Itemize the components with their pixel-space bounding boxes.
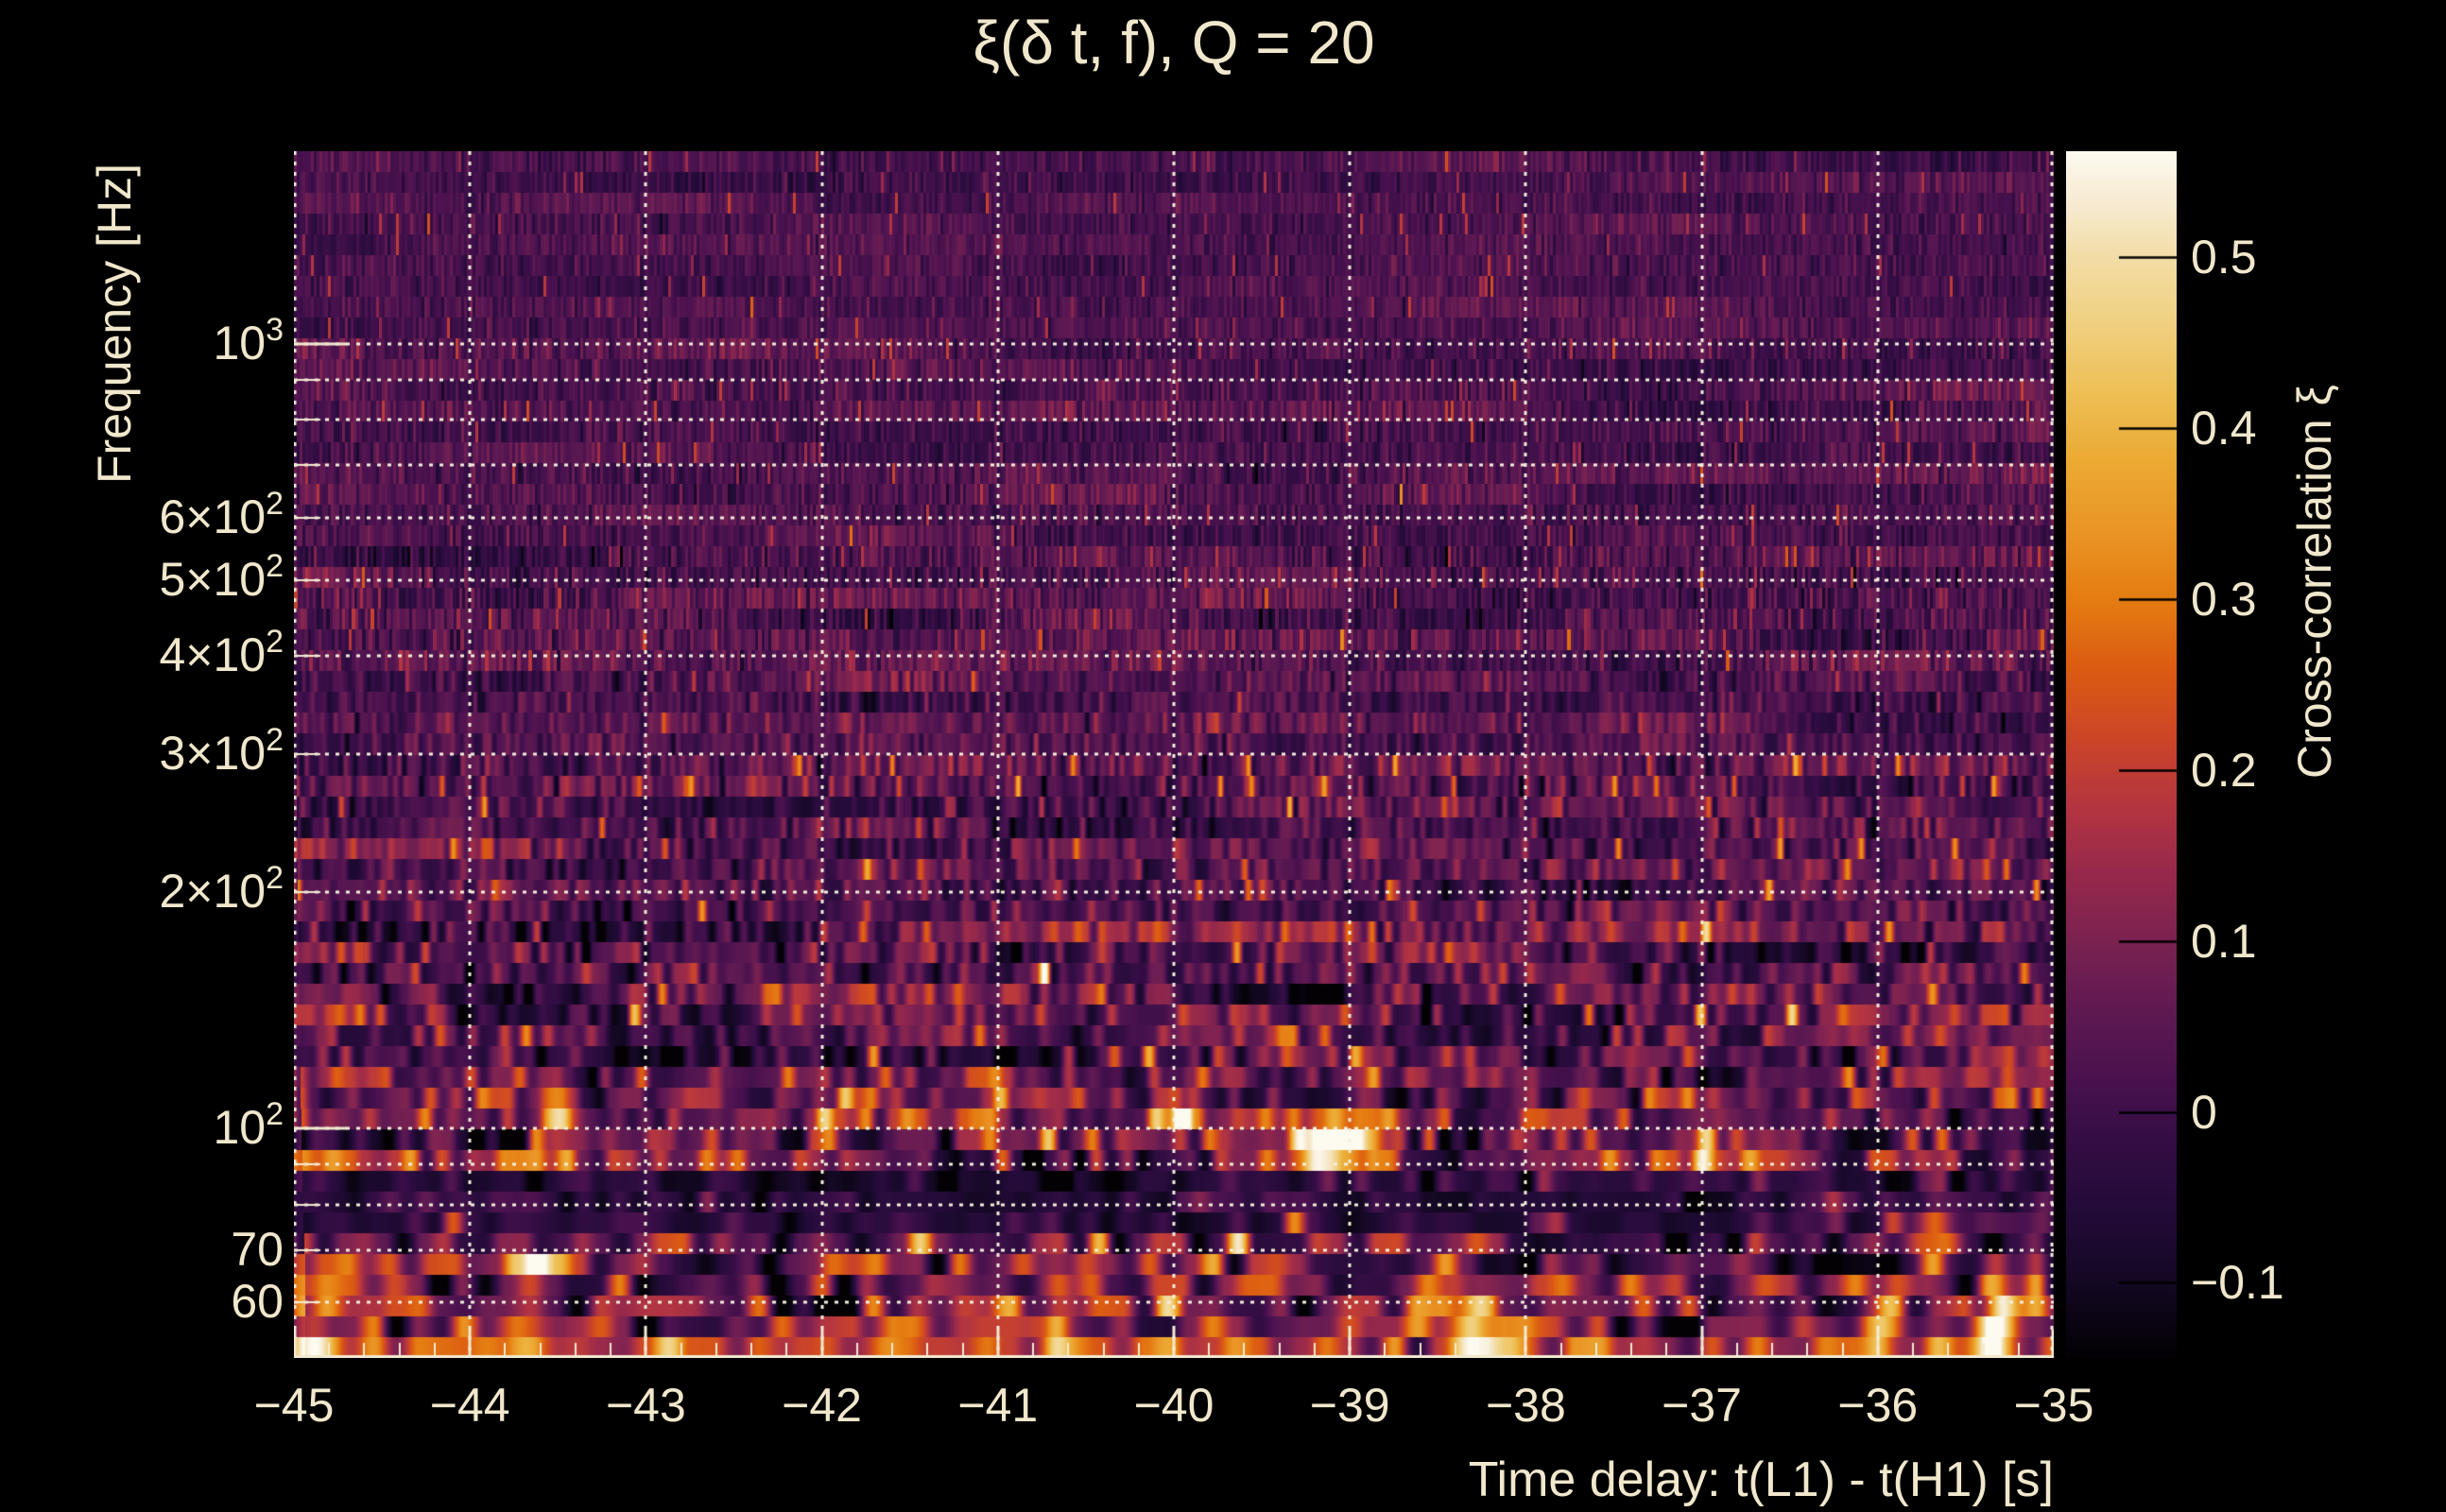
x-tick-label: −44 <box>429 1379 510 1432</box>
x-tick-label: −45 <box>253 1379 335 1432</box>
colorbar-tick-label: 0.2 <box>2191 743 2257 797</box>
y-tick-label: 2×102 <box>159 860 284 919</box>
colorbar-tick-label: 0.3 <box>2191 572 2257 626</box>
x-tick-label: −36 <box>1837 1379 1919 1432</box>
y-tick-label: 4×102 <box>159 624 284 682</box>
y-tick-label: 102 <box>213 1096 284 1155</box>
figure-title: ξ(δ t, f), Q = 20 <box>973 9 1375 77</box>
x-tick-label: −35 <box>2013 1379 2094 1432</box>
x-tick-label: −38 <box>1485 1379 1566 1432</box>
y-tick-label: 70 <box>231 1222 284 1276</box>
colorbar-tick-label: −0.1 <box>2191 1256 2284 1310</box>
colorbar-tick-label: 0 <box>2191 1085 2217 1139</box>
y-tick-label: 5×102 <box>159 547 284 606</box>
x-tick-label: −41 <box>957 1379 1039 1432</box>
x-tick-label: −42 <box>782 1379 862 1432</box>
y-tick-label: 6×102 <box>159 486 284 543</box>
x-tick-label: −39 <box>1309 1379 1390 1432</box>
y-tick-label: 3×102 <box>159 722 284 780</box>
colorbar-canvas <box>2066 151 2177 1358</box>
x-axis-title: Time delay: t(L1) - t(H1) [s] <box>1468 1452 2054 1507</box>
colorbar-tick-label: 0.1 <box>2191 914 2257 968</box>
x-tick-label: −40 <box>1133 1379 1214 1432</box>
x-tick-label: −37 <box>1662 1379 1742 1432</box>
y-tick-label: 60 <box>231 1275 284 1329</box>
heatmap-canvas <box>294 151 2054 1358</box>
x-tick-label: −43 <box>605 1379 686 1432</box>
y-tick-label: 103 <box>213 311 284 369</box>
colorbar-tick-label: 0.5 <box>2191 231 2257 284</box>
colorbar-tick-label: 0.4 <box>2191 402 2257 455</box>
